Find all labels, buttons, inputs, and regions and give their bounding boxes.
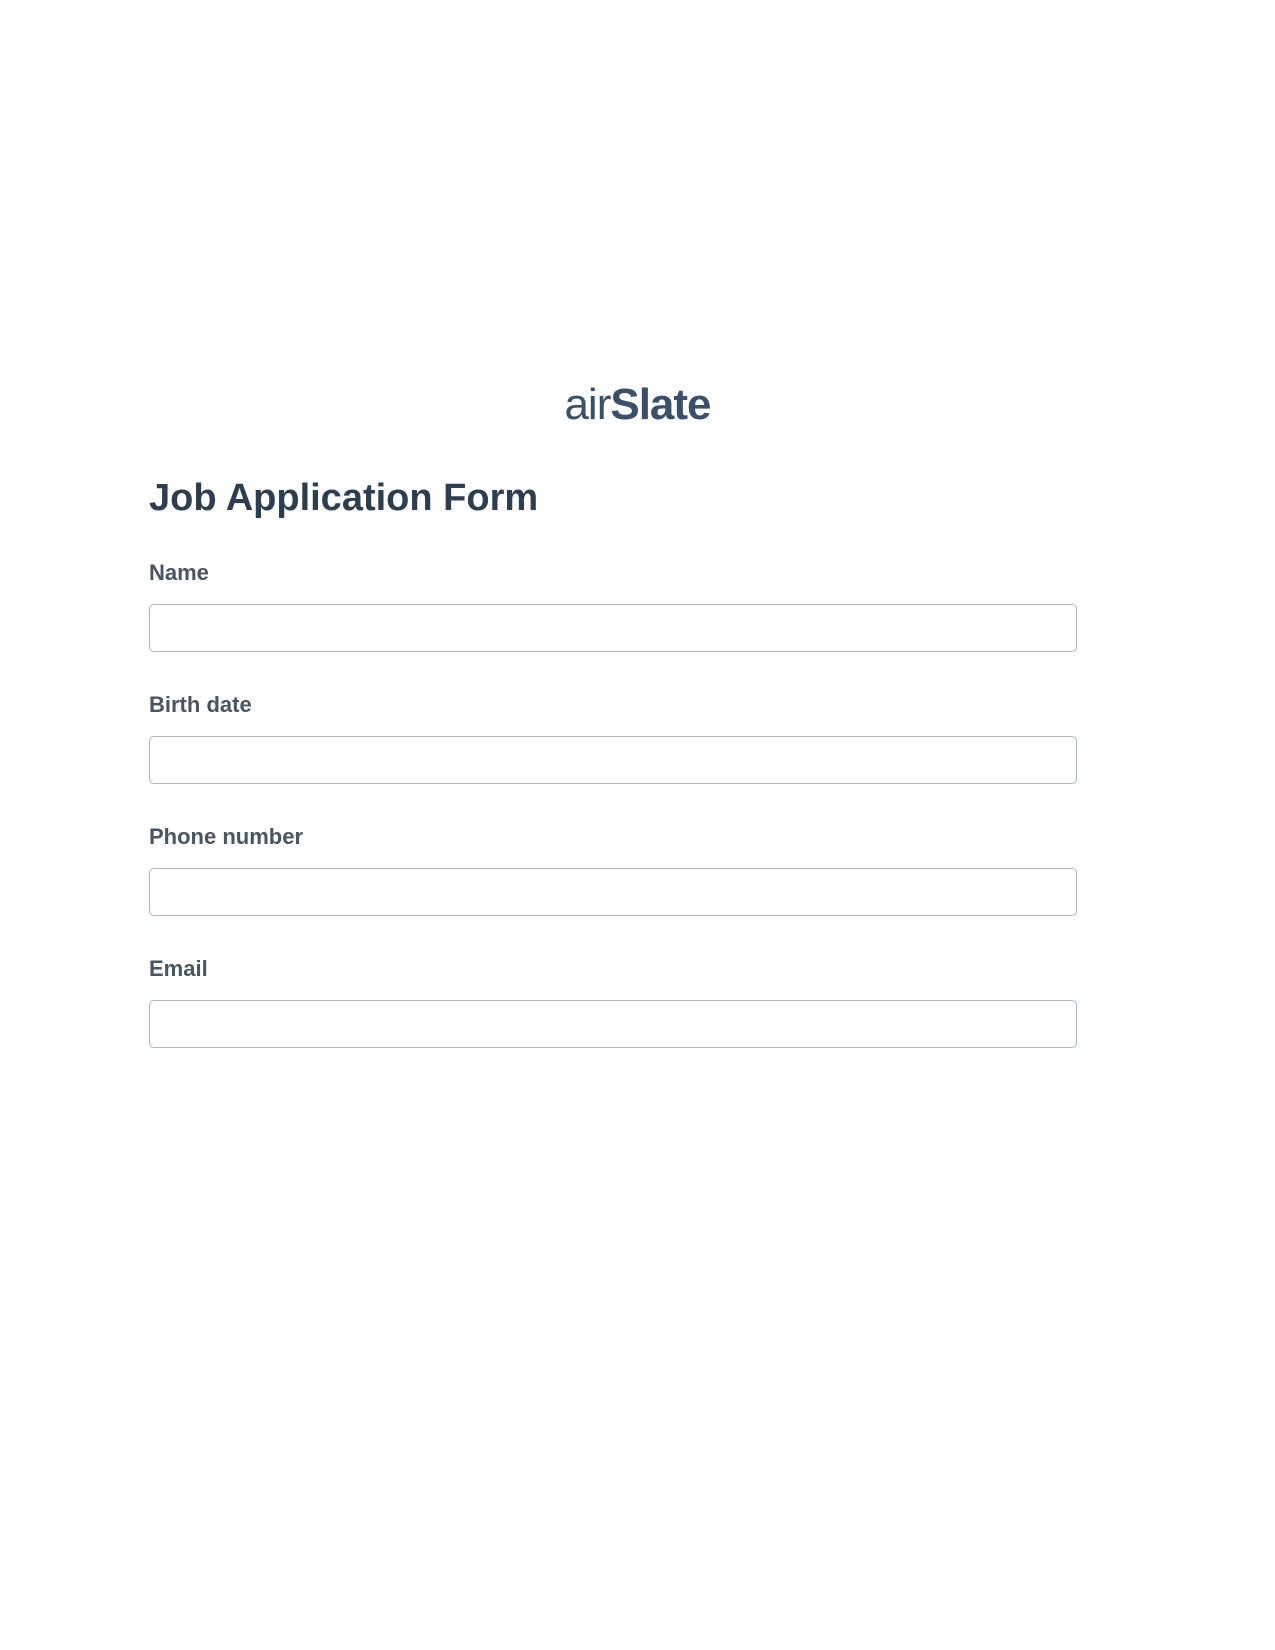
phone-number-input[interactable] [149, 868, 1077, 916]
email-input[interactable] [149, 1000, 1077, 1048]
form-title: Job Application Form [149, 477, 538, 520]
email-label: Email [149, 956, 1077, 982]
field-group-phone-number: Phone number [149, 824, 1077, 916]
birth-date-label: Birth date [149, 692, 1077, 718]
airslate-logo: airSlate [564, 380, 710, 430]
birth-date-input[interactable] [149, 736, 1077, 784]
logo-part-slate: Slate [610, 380, 710, 429]
name-label: Name [149, 560, 1077, 586]
logo-part-air: air [564, 380, 610, 429]
phone-number-label: Phone number [149, 824, 1077, 850]
field-group-email: Email [149, 956, 1077, 1048]
field-group-birth-date: Birth date [149, 692, 1077, 784]
logo-container: airSlate [0, 0, 1275, 430]
name-input[interactable] [149, 604, 1077, 652]
field-group-name: Name [149, 560, 1077, 652]
